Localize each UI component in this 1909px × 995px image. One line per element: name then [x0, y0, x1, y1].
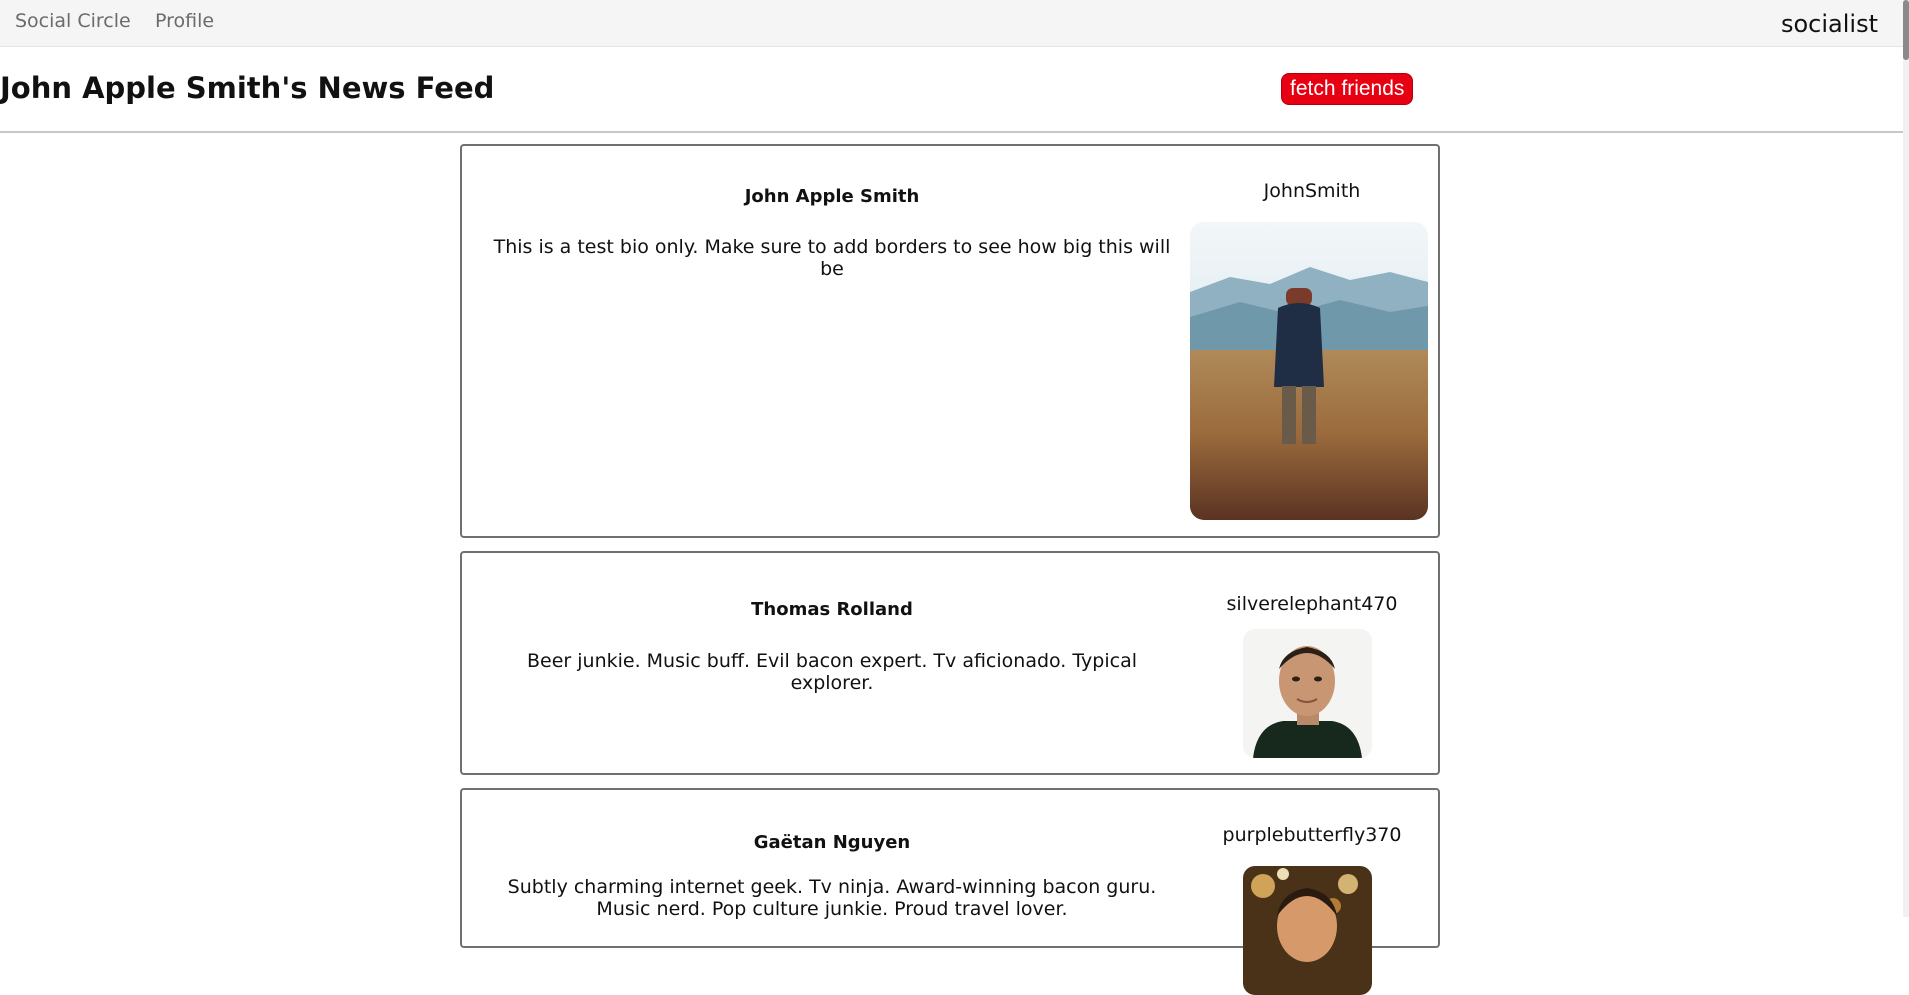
feed-card: Thomas Rolland Beer junkie. Music buff. … [460, 551, 1440, 775]
user-full-name: Gaëtan Nguyen [753, 832, 911, 853]
avatar-photo-portrait-man [1243, 629, 1372, 758]
scrollbar-thumb[interactable] [1903, 0, 1909, 60]
avatar-photo-person-in-field [1190, 222, 1428, 520]
user-bio: This is a test bio only. Make sure to ad… [493, 236, 1171, 280]
user-username: purplebutterfly370 [1222, 824, 1402, 846]
news-feed: John Apple Smith This is a test bio only… [460, 144, 1440, 995]
nav-link-social-circle[interactable]: Social Circle [15, 10, 131, 32]
user-bio: Beer junkie. Music buff. Evil bacon expe… [526, 650, 1137, 694]
feed-card: John Apple Smith This is a test bio only… [460, 144, 1440, 538]
top-nav-bar: Social Circle Profile socialist [0, 0, 1903, 47]
user-full-name: John Apple Smith [744, 186, 920, 207]
user-bio: Subtly charming internet geek. Tv ninja.… [507, 876, 1157, 920]
brand-logo[interactable]: socialist [1781, 10, 1878, 38]
page-scrollbar[interactable] [1903, 0, 1909, 917]
page-header: John Apple Smith's News Feed fetch frien… [0, 47, 1903, 133]
page-title: John Apple Smith's News Feed [0, 71, 495, 105]
avatar-photo-bokeh-portrait [1243, 866, 1372, 995]
user-full-name: Thomas Rolland [751, 599, 913, 620]
user-username: silverelephant470 [1226, 593, 1398, 615]
fetch-friends-button[interactable]: fetch friends [1281, 73, 1414, 105]
feed-card: Gaëtan Nguyen Subtly charming internet g… [460, 788, 1440, 995]
user-username: JohnSmith [1263, 180, 1361, 202]
nav-link-profile[interactable]: Profile [155, 10, 214, 32]
